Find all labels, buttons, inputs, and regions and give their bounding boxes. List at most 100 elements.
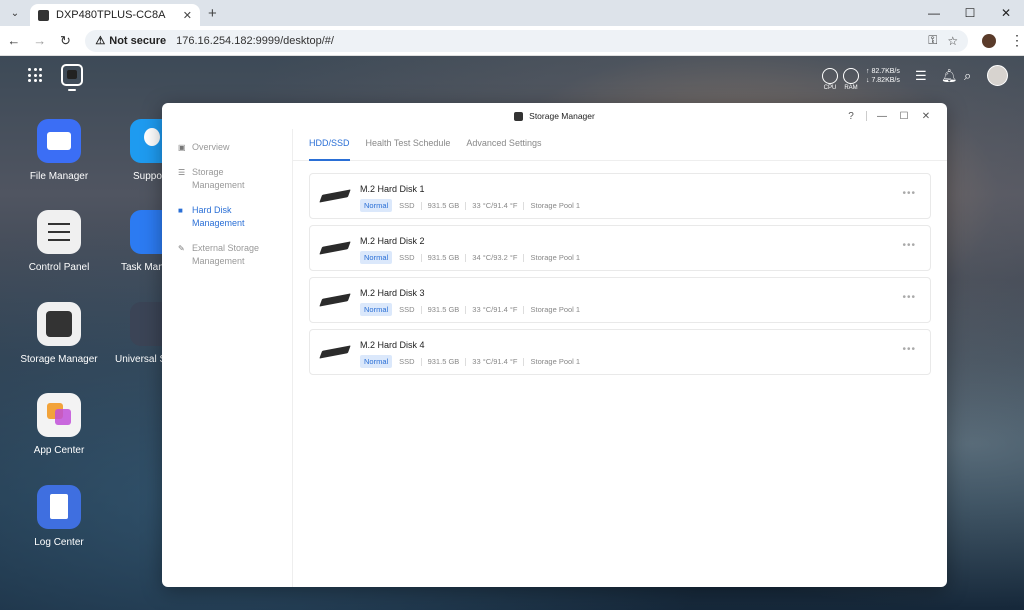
disk-name: M.2 Hard Disk 4 (360, 340, 425, 350)
tab-bar: HDD/SSD Health Test Schedule Advanced Se… (293, 129, 947, 161)
more-options-icon[interactable]: ••• (902, 292, 916, 303)
window-maximize-icon[interactable]: ☐ (893, 111, 915, 122)
notification-bell-icon[interactable]: 🔔︎ (941, 68, 958, 84)
sidebar-item-storage-management[interactable]: ☰ Storage Management (162, 166, 292, 192)
external-storage-icon: ✎ (178, 244, 185, 253)
desktop-icon-app-center[interactable]: App Center (9, 393, 109, 456)
more-options-icon[interactable]: ••• (902, 240, 916, 251)
minimize-icon[interactable]: — (916, 0, 952, 26)
m2-ssd-icon (319, 241, 351, 255)
disk-pool: Storage Pool 1 (530, 200, 581, 210)
user-avatar[interactable] (987, 65, 1008, 86)
disk-card[interactable]: M.2 Hard Disk 4 Normal SSD 931.5 GB 33 °… (309, 329, 931, 375)
tab-close-icon[interactable]: ✕ (183, 9, 192, 22)
tab-advanced-settings[interactable]: Advanced Settings (466, 129, 541, 161)
network-speed[interactable]: ↑ 82.7KB/s ↓ 7.82KB/s (866, 67, 900, 85)
download-speed: ↓ 7.82KB/s (866, 77, 900, 84)
window-title: Storage Manager (529, 111, 595, 121)
search-icon[interactable]: ⌕ (964, 68, 971, 84)
storage-manager-window: Storage Manager ? — ☐ ✕ ▣ Overview ☰ Sto… (162, 103, 947, 587)
bookmark-star-icon[interactable]: ☆ (947, 34, 958, 48)
sidebar-item-overview[interactable]: ▣ Overview (162, 141, 292, 154)
status-badge: Normal (360, 251, 393, 264)
disk-size: 931.5 GB (428, 305, 467, 314)
divider (866, 111, 867, 121)
desktop-icon-storage-manager[interactable]: Storage Manager (9, 302, 109, 365)
disk-temperature: 33 °C/91.4 °F (472, 201, 525, 210)
browser-tab[interactable]: DXP480TPLUS-CC8A ✕ (30, 4, 200, 26)
storage-manager-taskbar-icon[interactable] (61, 64, 83, 86)
disk-type: SSD (399, 253, 422, 262)
sidebar-item-label: Storage Management (192, 167, 245, 190)
tab-favicon-icon (38, 9, 49, 21)
desktop-top-bar: CPU RAM ↑ 82.7KB/s ↓ 7.82KB/s ☰ 🔔︎ ⌕ (0, 56, 1024, 96)
forward-icon[interactable]: → (28, 33, 52, 48)
cpu-gauge-icon[interactable] (822, 68, 838, 84)
disk-temperature: 33 °C/91.4 °F (472, 305, 525, 314)
window-close-icon[interactable]: ✕ (915, 111, 937, 122)
back-icon[interactable]: ← (2, 33, 26, 48)
status-badge: Normal (360, 303, 393, 316)
m2-ssd-icon (319, 345, 351, 359)
new-tab-icon[interactable]: + (208, 5, 217, 22)
active-app-indicator (68, 89, 76, 91)
disk-type: SSD (399, 357, 422, 366)
browser-menu-icon[interactable]: ⋮ (1010, 32, 1024, 49)
storage-icon: ☰ (178, 168, 186, 177)
more-options-icon[interactable]: ••• (902, 344, 916, 355)
m2-ssd-icon (319, 189, 351, 203)
disk-temperature: 34 °C/93.2 °F (472, 253, 525, 262)
disk-card[interactable]: M.2 Hard Disk 1 Normal SSD 931.5 GB 33 °… (309, 173, 931, 219)
disk-meta: Normal SSD 931.5 GB 33 °C/91.4 °F Storag… (360, 303, 592, 316)
desktop-icon-file-manager[interactable]: File Manager (9, 119, 109, 182)
disk-meta: Normal SSD 931.5 GB 33 °C/91.4 °F Storag… (360, 199, 592, 212)
key-icon[interactable]: ⚿ (928, 33, 937, 48)
desktop-icon-log-center[interactable]: Log Center (9, 485, 109, 548)
desktop-icon-label: Log Center (34, 537, 84, 548)
disk-meta: Normal SSD 931.5 GB 34 °C/93.2 °F Storag… (360, 251, 592, 264)
window-minimize-icon[interactable]: — (871, 111, 893, 122)
sidebar-item-hard-disk-management[interactable]: ■ Hard Disk Management (162, 204, 292, 230)
sliders-icon (37, 210, 81, 254)
profile-avatar[interactable] (982, 33, 996, 48)
disk-meta: Normal SSD 931.5 GB 33 °C/91.4 °F Storag… (360, 355, 592, 368)
desktop-icon-label: Storage Manager (20, 354, 98, 365)
app-launcher-grid-icon[interactable] (28, 68, 42, 82)
desktop-icon-control-panel[interactable]: Control Panel (9, 210, 109, 273)
cpu-label: CPU (823, 85, 837, 91)
more-options-icon[interactable]: ••• (902, 188, 916, 199)
disk-card[interactable]: M.2 Hard Disk 2 Normal SSD 931.5 GB 34 °… (309, 225, 931, 271)
sidebar-item-external-storage-management[interactable]: ✎ External Storage Management (162, 242, 292, 268)
disk-name: M.2 Hard Disk 3 (360, 288, 425, 298)
desktop-icon-label: App Center (33, 445, 85, 456)
disk-pool: Storage Pool 1 (530, 356, 581, 366)
tab-hdd-ssd[interactable]: HDD/SSD (309, 129, 350, 161)
ram-gauge-icon[interactable] (843, 68, 859, 84)
nas-drive-icon (37, 302, 81, 346)
tab-health-test-schedule[interactable]: Health Test Schedule (366, 129, 451, 161)
storage-manager-app-icon (514, 111, 524, 121)
disk-pool: Storage Pool 1 (530, 304, 581, 314)
help-icon[interactable]: ? (840, 111, 862, 122)
tab-search-chevron-icon[interactable]: ⌄ (6, 4, 24, 22)
window-main: HDD/SSD Health Test Schedule Advanced Se… (293, 129, 947, 587)
app-center-icon (37, 393, 81, 437)
folder-icon (37, 119, 81, 163)
overview-icon: ▣ (178, 143, 186, 152)
disk-card[interactable]: M.2 Hard Disk 3 Normal SSD 931.5 GB 33 °… (309, 277, 931, 323)
url-text[interactable]: 176.16.254.182:9999/desktop/#/ (176, 35, 918, 47)
omnibox[interactable]: ⚠ Not secure 176.16.254.182:9999/desktop/… (85, 29, 969, 52)
disk-temperature: 33 °C/91.4 °F (472, 357, 525, 366)
reload-icon[interactable]: ↻ (54, 33, 78, 49)
window-sidebar: ▣ Overview ☰ Storage Management ■ Hard D… (162, 129, 293, 587)
disk-name: M.2 Hard Disk 1 (360, 184, 425, 194)
close-icon[interactable]: ✕ (988, 0, 1024, 26)
security-chip[interactable]: ⚠ Not secure (95, 34, 167, 48)
maximize-icon[interactable]: ☐ (952, 0, 988, 26)
log-document-icon (37, 485, 81, 529)
window-title-bar[interactable]: Storage Manager ? — ☐ ✕ (162, 103, 947, 129)
disk-size: 931.5 GB (428, 201, 467, 210)
warning-icon: ⚠ (95, 35, 106, 47)
task-list-icon[interactable]: ☰ (915, 68, 927, 84)
security-label: Not secure (109, 34, 167, 47)
